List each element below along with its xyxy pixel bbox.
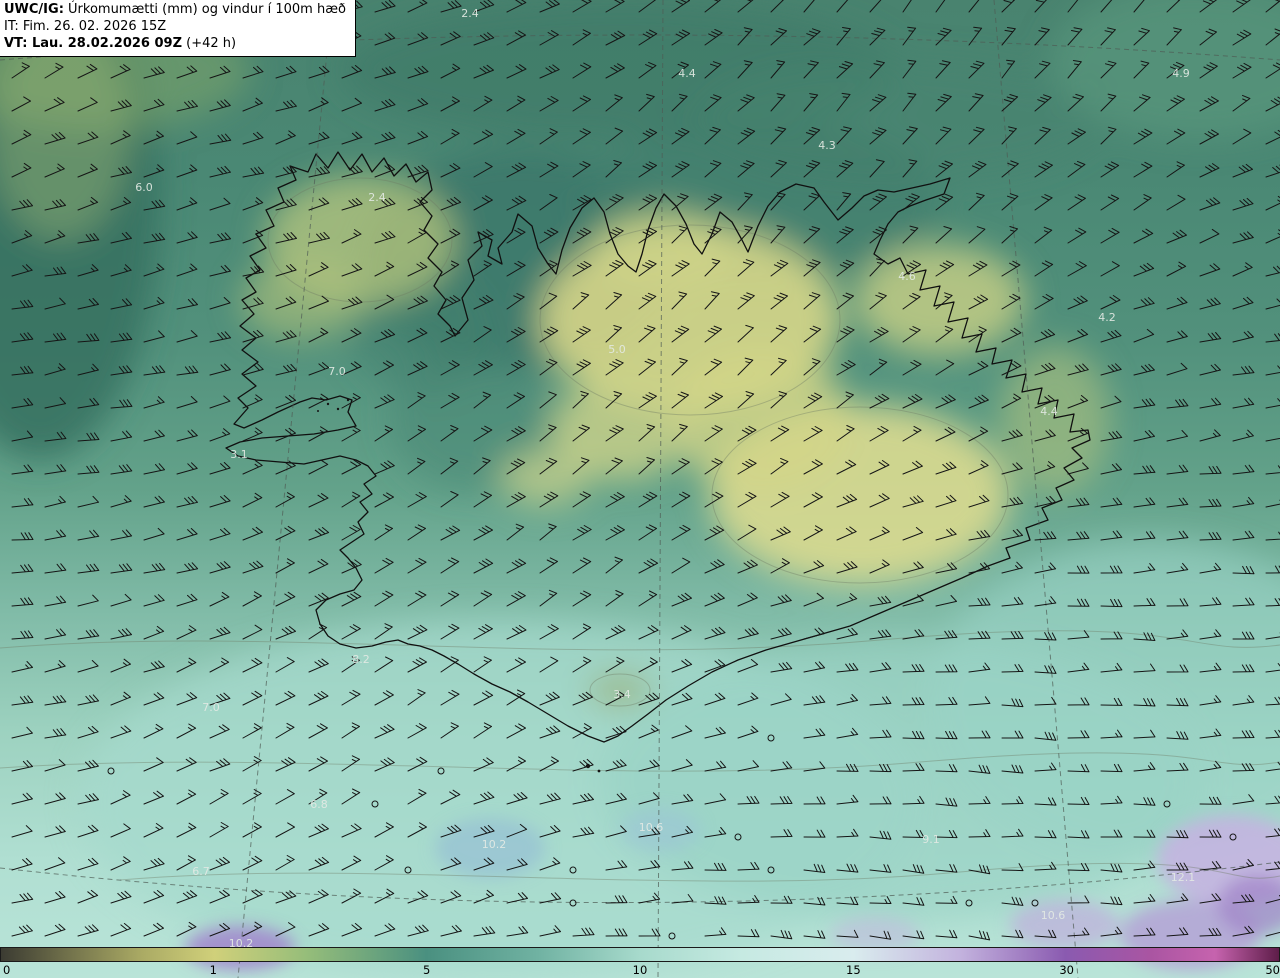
value-label: 4.4 — [1040, 405, 1058, 418]
value-label: 8.2 — [352, 653, 370, 666]
value-label: 4.6 — [898, 270, 916, 283]
colorbar-tick: 1 — [209, 963, 217, 977]
title-box: UWC/IG: Úrkomumætti (mm) og vindur í 100… — [0, 0, 356, 57]
value-label: 4.3 — [818, 139, 836, 152]
value-label: 10.2 — [482, 838, 507, 851]
colorbar-tick: 15 — [846, 963, 861, 977]
init-time: IT: Fim. 26. 02. 2026 15Z — [4, 18, 167, 34]
colorbar-tick: 5 — [422, 963, 431, 977]
value-label: 6.7 — [192, 865, 210, 878]
weather-map-app: 2.4 4.4 4.9 4.3 6.0 2.4 4.6 4.2 5.0 7.0 4.4 3.1 8.2 3… — [0, 0, 1280, 978]
value-label: 4.4 — [678, 67, 696, 80]
colorbar-gradient — [0, 947, 1280, 962]
value-label: 3.1 — [230, 448, 248, 461]
colorbar-tick: 50 — [1265, 963, 1280, 977]
value-label: 12.1 — [1171, 871, 1196, 884]
value-label: 2.4 — [461, 7, 479, 20]
map-title: Úrkomumætti (mm) og vindur í 100m hæð — [63, 2, 346, 17]
product-id: UWC/IG: — [4, 2, 64, 17]
precipitation-wind-map: 2.4 4.4 4.9 4.3 6.0 2.4 4.6 4.2 5.0 7.0 4.4 3.1 8.2 3… — [0, 0, 1280, 978]
value-label: 5.0 — [608, 343, 626, 356]
colorbar-tick: 10 — [632, 963, 648, 977]
value-label: 6.0 — [135, 181, 153, 194]
colorbar-tick: 0 — [3, 963, 11, 977]
value-label: 10.6 — [1041, 909, 1066, 922]
valid-time: VT: Lau. 28.02.2026 09Z — [4, 35, 183, 51]
valid-offset: (+42 h) — [182, 35, 237, 51]
colorbar-tick: 30 — [1059, 963, 1074, 977]
valid-time-line: VT: Lau. 28.02.2026 09Z (+42 h) — [4, 36, 346, 53]
colorbar-ticks: 0 1 5 10 15 30 50 — [0, 962, 1280, 978]
value-label: 9.1 — [922, 833, 940, 846]
value-label: 4.2 — [1098, 311, 1116, 324]
value-label: 3.4 — [613, 688, 631, 701]
value-label: 6.8 — [310, 798, 328, 811]
colorbar: 0 1 5 10 15 30 50 — [0, 947, 1280, 978]
map-title-line: UWC/IG: Úrkomumætti (mm) og vindur í 100… — [4, 2, 346, 19]
value-label: 7.0 — [328, 365, 346, 378]
value-label: 2.4 — [368, 191, 386, 204]
value-label: 7.0 — [202, 701, 220, 714]
value-label: 4.9 — [1172, 67, 1190, 80]
value-label: 10.6 — [639, 821, 664, 834]
